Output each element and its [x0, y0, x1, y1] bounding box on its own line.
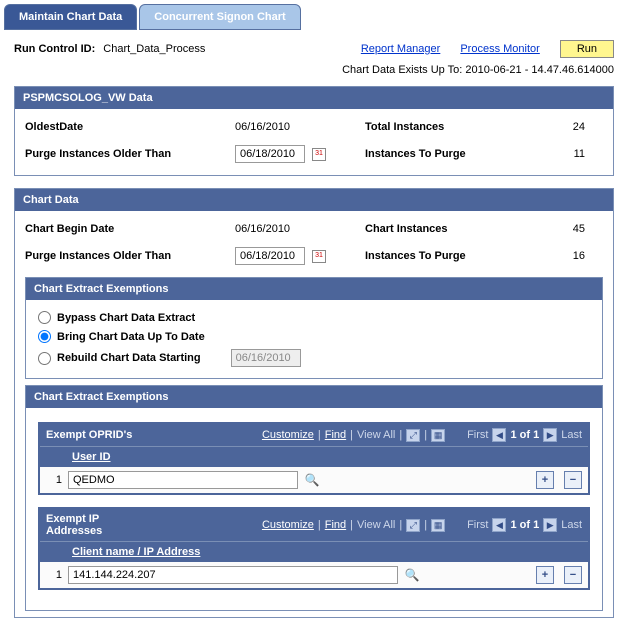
user-id-input[interactable] — [68, 471, 298, 489]
report-manager-link[interactable]: Report Manager — [361, 43, 441, 55]
pspmcsolog-title: PSPMCSOLOG_VW Data — [15, 87, 613, 109]
radio-bypass[interactable] — [38, 311, 51, 324]
grid-icon[interactable]: ▦ — [431, 519, 445, 532]
grid1-count: 1 of 1 — [510, 429, 539, 441]
first-label: First — [467, 429, 488, 441]
psp-instances-to-purge-value: 11 — [535, 148, 585, 160]
chart-instances-to-purge-value: 16 — [535, 250, 585, 262]
find-link[interactable]: Find — [325, 519, 346, 531]
add-row-button[interactable]: + — [536, 566, 554, 584]
table-row: 1 🔍 + − — [40, 467, 588, 493]
run-control-id-label: Run Control ID: — [14, 43, 95, 55]
chart-data-title: Chart Data — [15, 189, 613, 211]
chart-instances-to-purge-label: Instances To Purge — [365, 250, 535, 262]
last-label: Last — [561, 429, 582, 441]
zoom-icon[interactable]: ⤢ — [406, 519, 420, 532]
chart-extract-options-panel: Chart Extract Exemptions Bypass Chart Da… — [25, 277, 603, 379]
view-all-label: View All — [357, 519, 395, 531]
next-arrow-icon[interactable]: ▶ — [543, 518, 557, 532]
view-all-label: View All — [357, 429, 395, 441]
rebuild-date-input — [231, 349, 301, 367]
radio-bring-up-to-date-label: Bring Chart Data Up To Date — [57, 331, 205, 343]
grid-icon[interactable]: ▦ — [431, 429, 445, 442]
calendar-icon[interactable] — [312, 148, 326, 161]
oldest-date-label: OldestDate — [25, 121, 235, 133]
next-arrow-icon[interactable]: ▶ — [543, 428, 557, 442]
lookup-icon[interactable]: 🔍 — [304, 472, 320, 488]
chart-purge-date-input[interactable] — [235, 247, 305, 265]
first-label: First — [467, 519, 488, 531]
radio-rebuild-label: Rebuild Chart Data Starting — [57, 352, 201, 364]
exempt-ip-grid: Exempt IP Addresses Customize| Find| Vie… — [38, 507, 590, 590]
chart-begin-date-value: 06/16/2010 — [235, 223, 365, 235]
delete-row-button[interactable]: − — [564, 566, 582, 584]
radio-bring-up-to-date[interactable] — [38, 330, 51, 343]
user-id-column[interactable]: User ID — [66, 446, 588, 467]
delete-row-button[interactable]: − — [564, 471, 582, 489]
exempt-oprids-title: Exempt OPRID's — [46, 429, 132, 441]
chart-purge-label: Purge Instances Older Than — [25, 250, 235, 262]
grid2-count: 1 of 1 — [510, 519, 539, 531]
total-instances-value: 24 — [535, 121, 585, 133]
chart-data-status-line: Chart Data Exists Up To: 2010-06-21 - 14… — [14, 64, 614, 76]
client-ip-input[interactable] — [68, 566, 398, 584]
tab-concurrent-signon-chart[interactable]: Concurrent Signon Chart — [139, 4, 300, 30]
table-row: 1 🔍 + − — [40, 562, 588, 588]
find-link[interactable]: Find — [325, 429, 346, 441]
lookup-icon[interactable]: 🔍 — [404, 567, 420, 583]
chart-data-panel: Chart Data Chart Begin Date 06/16/2010 C… — [14, 188, 614, 618]
customize-link[interactable]: Customize — [262, 519, 314, 531]
total-instances-label: Total Instances — [365, 121, 535, 133]
chart-extract-exemptions-panel: Chart Extract Exemptions Exempt OPRID's … — [25, 385, 603, 611]
row-number: 1 — [46, 474, 62, 486]
chart-begin-date-label: Chart Begin Date — [25, 223, 235, 235]
run-button[interactable]: Run — [560, 40, 614, 58]
client-ip-column[interactable]: Client name / IP Address — [66, 541, 588, 562]
exempt-ip-title: Exempt IP Addresses — [46, 513, 136, 537]
customize-link[interactable]: Customize — [262, 429, 314, 441]
psp-purge-date-input[interactable] — [235, 145, 305, 163]
run-control-id-value: Chart_Data_Process — [103, 43, 205, 55]
chart-extract-options-title: Chart Extract Exemptions — [26, 278, 602, 300]
prev-arrow-icon[interactable]: ◀ — [492, 518, 506, 532]
chart-extract-exemptions-title: Chart Extract Exemptions — [26, 386, 602, 408]
add-row-button[interactable]: + — [536, 471, 554, 489]
psp-instances-to-purge-label: Instances To Purge — [365, 148, 535, 160]
pspmcsolog-panel: PSPMCSOLOG_VW Data OldestDate 06/16/2010… — [14, 86, 614, 176]
row-number: 1 — [46, 569, 62, 581]
psp-purge-label: Purge Instances Older Than — [25, 148, 235, 160]
radio-bypass-label: Bypass Chart Data Extract — [57, 312, 195, 324]
zoom-icon[interactable]: ⤢ — [406, 429, 420, 442]
process-monitor-link[interactable]: Process Monitor — [460, 43, 539, 55]
oldest-date-value: 06/16/2010 — [235, 121, 365, 133]
last-label: Last — [561, 519, 582, 531]
chart-instances-value: 45 — [535, 223, 585, 235]
tab-maintain-chart-data[interactable]: Maintain Chart Data — [4, 4, 137, 30]
exempt-oprids-grid: Exempt OPRID's Customize| Find| View All… — [38, 422, 590, 495]
prev-arrow-icon[interactable]: ◀ — [492, 428, 506, 442]
chart-instances-label: Chart Instances — [365, 223, 535, 235]
radio-rebuild[interactable] — [38, 352, 51, 365]
calendar-icon[interactable] — [312, 250, 326, 263]
